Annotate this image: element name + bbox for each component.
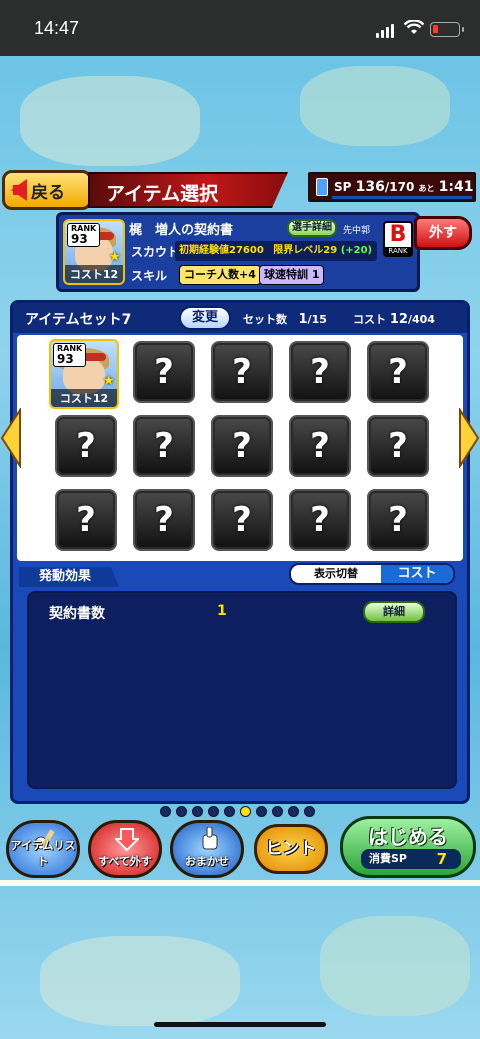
page-dot[interactable] xyxy=(176,806,187,817)
change-set-button[interactable]: 変更 xyxy=(179,306,231,330)
display-toggle-label: 表示切替 xyxy=(314,567,358,580)
item-set-panel: アイテムセット7 変更 セット数 1/15 コスト 12/404 RANK 93 … xyxy=(10,300,470,804)
item-slot-empty[interactable]: ? xyxy=(367,415,429,477)
item-slot-empty[interactable]: ? xyxy=(211,415,273,477)
set-cost: コスト 12/404 xyxy=(353,312,435,327)
hint-button[interactable]: ヒント xyxy=(254,824,328,874)
item-slot-empty[interactable]: ? xyxy=(133,489,195,551)
page-dot[interactable] xyxy=(160,806,171,817)
limit-level: 限界レベル29 xyxy=(273,245,338,256)
item-slot-empty[interactable]: ? xyxy=(367,489,429,551)
set-count: セット数 1/15 xyxy=(243,312,327,327)
item-avatar[interactable]: RANK 93 ★ コスト12 xyxy=(63,219,125,285)
sp-text: SP 136/170 あと 1:41 xyxy=(334,179,474,195)
item-slot-filled[interactable]: RANK 93 ★ コスト12 xyxy=(49,339,119,409)
item-cost: コスト12 xyxy=(65,265,123,283)
remove-all-button[interactable]: すべて外す xyxy=(88,820,162,878)
grade-badge: B RANK xyxy=(383,221,413,257)
page-dot[interactable] xyxy=(288,806,299,817)
skill-label: スキル xyxy=(131,269,168,283)
item-list-button[interactable]: アイテムリスト xyxy=(6,820,80,878)
display-toggle[interactable]: 表示切替 コスト xyxy=(289,563,455,585)
page-indicator xyxy=(160,806,315,817)
effects-header: 発動効果 xyxy=(19,567,119,587)
item-slot-empty[interactable]: ? xyxy=(289,341,351,403)
page-dot[interactable] xyxy=(272,806,283,817)
display-toggle-value: コスト xyxy=(381,565,453,583)
item-slot-empty[interactable]: ? xyxy=(133,341,195,403)
sp-indicator: SP 136/170 あと 1:41 xyxy=(308,172,476,202)
sp-current: 136 xyxy=(355,179,385,195)
sp-suffix: あと xyxy=(418,184,435,193)
start-label: はじめる xyxy=(368,825,448,849)
wifi-icon xyxy=(404,20,424,34)
effect-detail-button[interactable]: 詳細 xyxy=(363,601,425,623)
item-slot-empty[interactable]: ? xyxy=(289,489,351,551)
effects-list: 契約書数 1 詳細 xyxy=(27,591,457,789)
next-page-arrow-icon[interactable] xyxy=(458,408,480,468)
effect-value: 1 xyxy=(217,603,227,619)
item-slot-empty[interactable]: ? xyxy=(55,415,117,477)
page-dot[interactable] xyxy=(240,806,251,817)
limit-bonus: (+20) xyxy=(340,245,373,256)
rank-badge: RANK 93 xyxy=(53,343,87,367)
item-slot-empty[interactable]: ? xyxy=(367,341,429,403)
item-slot-grid: RANK 93 ★ コスト12 ? ? ? ? ? ? ? ? ? ? ? ? ?… xyxy=(17,335,463,561)
sp-cost: 消費SP 7 xyxy=(361,849,461,869)
scout-info: 初期経験値27600 限界レベル29 (+20) xyxy=(175,241,377,261)
page-dot[interactable] xyxy=(224,806,235,817)
player-detail-button[interactable]: 選手詳細 xyxy=(287,219,337,237)
sp-cost-value: 7 xyxy=(436,850,447,868)
item-slot-empty[interactable]: ? xyxy=(133,415,195,477)
item-slot-empty[interactable]: ? xyxy=(55,489,117,551)
item-slot-empty[interactable]: ? xyxy=(289,415,351,477)
page-title: アイテム選択 xyxy=(106,183,219,205)
back-arrow-icon xyxy=(11,179,27,201)
page-dot[interactable] xyxy=(208,806,219,817)
scout-exp: 初期経験値27600 xyxy=(179,245,264,256)
skill-tag: コーチ人数+4 xyxy=(179,265,261,285)
start-button[interactable]: はじめる 消費SP 7 xyxy=(340,816,476,878)
star-icon: ★ xyxy=(102,373,115,389)
divider xyxy=(0,880,480,886)
prev-page-arrow-icon[interactable] xyxy=(0,408,22,468)
page-title-bar: アイテム選択 xyxy=(88,172,288,208)
page-dot[interactable] xyxy=(304,806,315,817)
back-button[interactable]: 戻る xyxy=(2,170,92,210)
selected-item-panel: RANK 93 ★ コスト12 梶 増人の契約書 選手詳細 先中郭 B RANK ス… xyxy=(56,212,420,292)
battery-icon xyxy=(430,22,464,37)
status-time: 14:47 xyxy=(34,18,80,38)
back-button-label: 戻る xyxy=(31,182,65,203)
sp-timer: 1:41 xyxy=(438,179,474,195)
signal-icon xyxy=(376,24,394,38)
item-cost: コスト12 xyxy=(51,389,117,407)
home-indicator[interactable] xyxy=(154,1022,326,1027)
item-name: 梶 増人の契約書 xyxy=(129,223,234,238)
item-set-name: アイテムセット7 xyxy=(25,312,132,328)
remove-button[interactable]: 外す xyxy=(414,216,472,250)
page-dot[interactable] xyxy=(256,806,267,817)
thumbs-up-icon xyxy=(202,827,218,850)
skill-tag: 球速特訓 1 xyxy=(259,265,325,285)
item-set-header: アイテムセット7 変更 セット数 1/15 コスト 12/404 xyxy=(13,303,467,333)
item-slot-empty[interactable]: ? xyxy=(211,489,273,551)
scout-label: スカウト xyxy=(131,245,180,259)
auto-select-button[interactable]: おまかせ xyxy=(170,820,244,878)
player-position: 先中郭 xyxy=(343,226,371,236)
sp-bar xyxy=(332,196,472,199)
rank-badge: RANK 93 xyxy=(67,223,101,247)
page-dot[interactable] xyxy=(192,806,203,817)
down-arrow-icon xyxy=(115,828,139,851)
status-bar: 14:47 xyxy=(0,0,480,56)
item-slot-empty[interactable]: ? xyxy=(211,341,273,403)
effect-label: 契約書数 xyxy=(49,606,105,622)
sp-icon xyxy=(316,178,328,196)
star-icon: ★ xyxy=(108,249,121,265)
sp-max: /170 xyxy=(384,180,415,194)
